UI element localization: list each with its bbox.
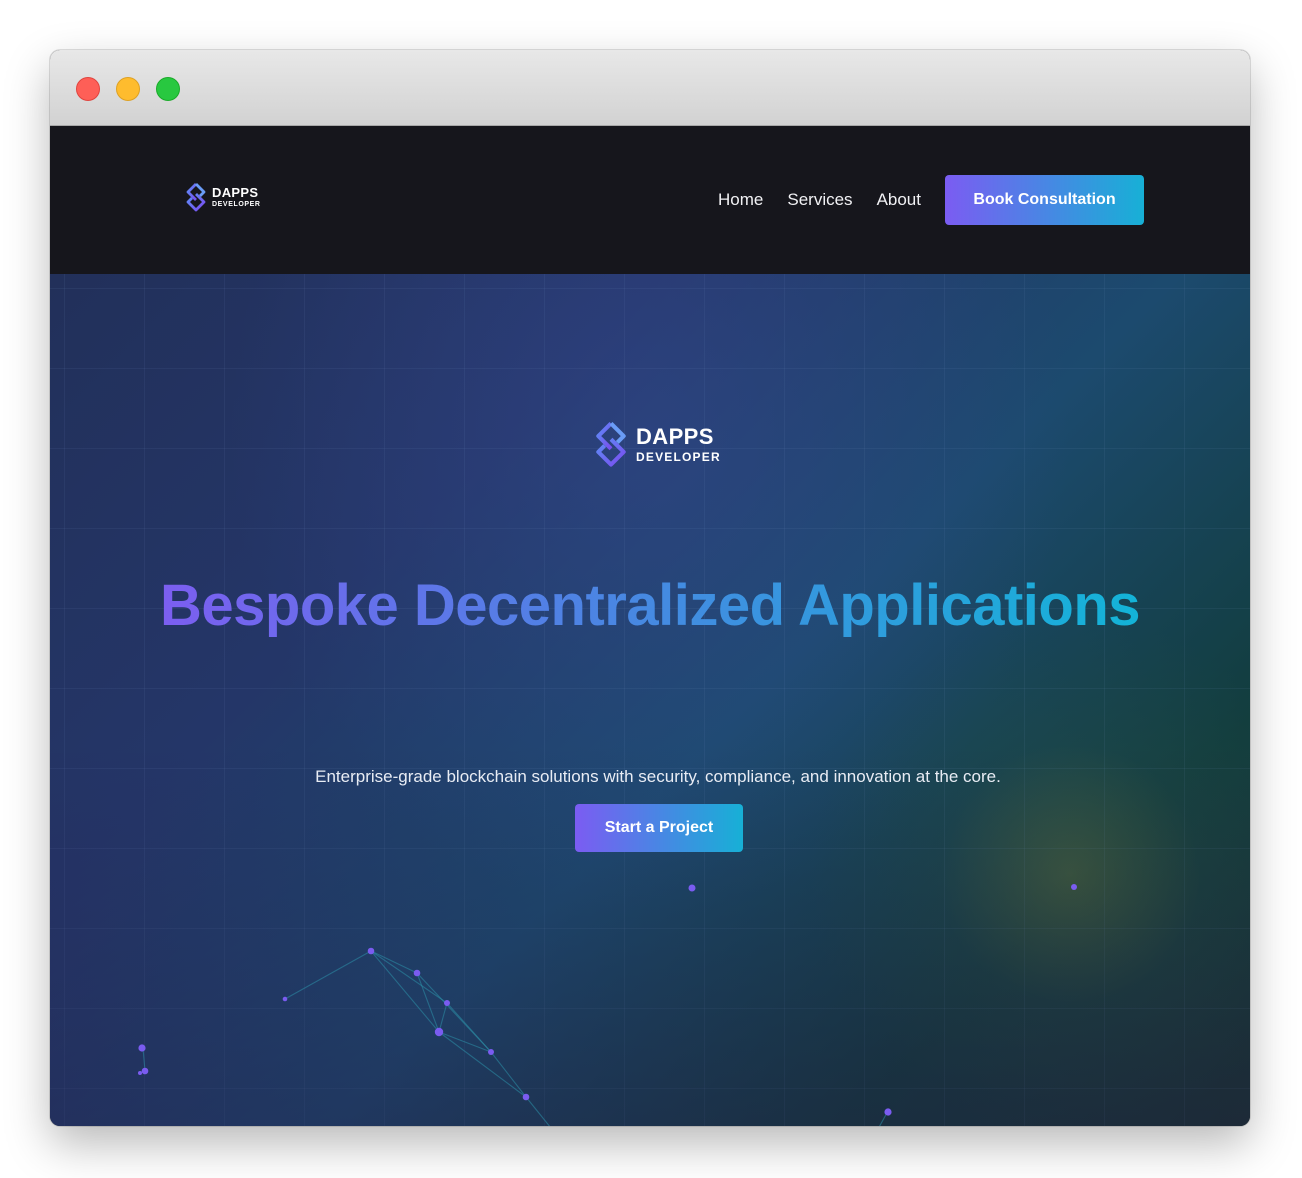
book-consultation-button[interactable]: Book Consultation [945,175,1144,225]
hero-subheadline: Enterprise-grade blockchain solutions wi… [315,767,1001,786]
nav-link-services[interactable]: Services [787,190,852,210]
network-graph-decoration [138,884,1077,1126]
zoom-window-button[interactable] [156,77,180,101]
logo-wordmark-secondary: DEVELOPER [212,201,261,208]
hero-logo: DAPPS DEVELOPER [592,420,721,468]
hero-logo-wordmark-secondary: DEVELOPER [636,449,721,464]
minimize-window-button[interactable] [116,77,140,101]
hero-headline: Bespoke Decentralized Applications [50,572,1250,639]
logo-mark-icon [186,183,206,212]
logo-mark-icon [596,421,626,467]
nav-menu: Home Services About Book Consultation [718,175,1144,225]
nav-logo[interactable]: DAPPS DEVELOPER [184,182,261,212]
hero-section: DAPPS DEVELOPER Bespoke Decentralized Ap… [50,274,1250,1126]
nav-link-about[interactable]: About [877,190,921,210]
site-navbar: DAPPS DEVELOPER Home Services About Book… [50,126,1250,274]
nav-link-home[interactable]: Home [718,190,763,210]
start-project-button[interactable]: Start a Project [575,804,743,852]
browser-window: DAPPS DEVELOPER Home Services About Book… [50,50,1250,1126]
logo-wordmark-primary: DAPPS [212,185,259,200]
close-window-button[interactable] [76,77,100,101]
hero-logo-wordmark-primary: DAPPS [636,423,714,449]
window-titlebar [50,50,1250,126]
